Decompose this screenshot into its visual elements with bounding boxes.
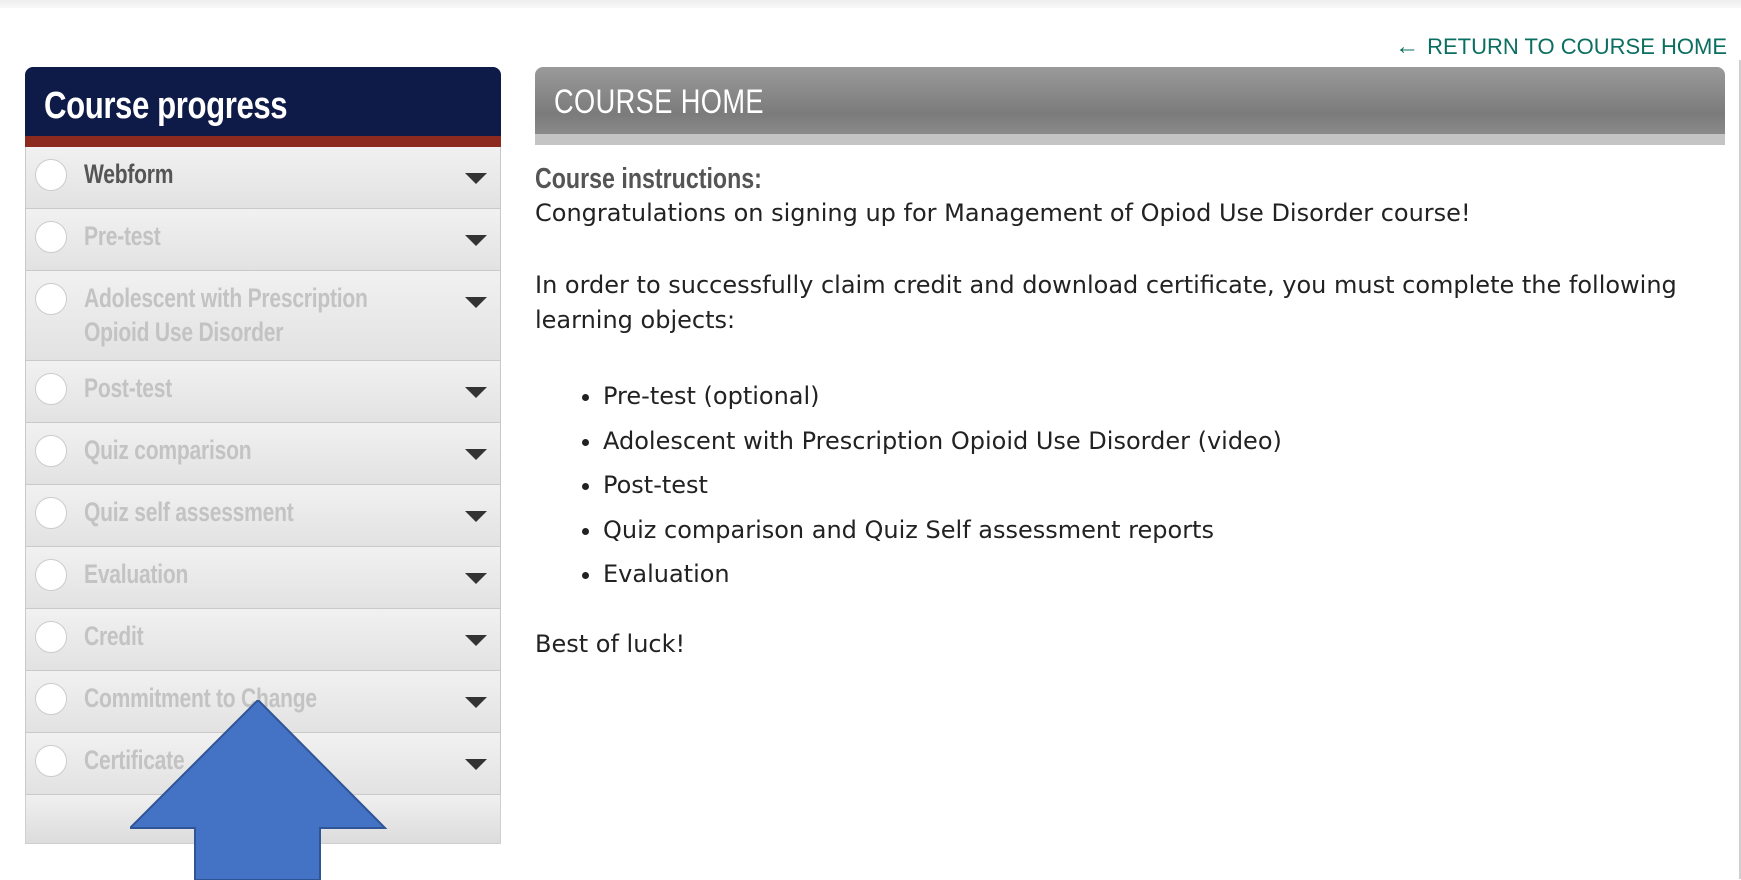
list-item: Adolescent with Prescription Opioid Use … <box>603 419 1725 464</box>
progress-item-label: Pre-test <box>84 221 161 251</box>
course-home-panel: COURSE HOME Course instructions: Congrat… <box>535 67 1725 662</box>
status-circle-icon <box>35 559 67 591</box>
caret-down-icon[interactable] <box>465 759 487 770</box>
list-item: Quiz comparison and Quiz Self assessment… <box>603 508 1725 553</box>
status-circle-icon <box>35 745 67 777</box>
list-item: Evaluation <box>603 552 1725 597</box>
progress-item-post-test[interactable]: Post-test <box>25 361 501 423</box>
top-bar <box>0 0 1741 8</box>
sidebar-title: Course progress <box>44 85 288 127</box>
progress-item-webform[interactable]: Webform <box>25 147 501 209</box>
instructions-heading: Course instructions: <box>535 163 762 195</box>
status-circle-icon <box>35 621 67 653</box>
requirement-text: In order to successfully claim credit an… <box>535 271 1677 334</box>
list-item: Pre-test (optional) <box>603 374 1725 419</box>
sidebar-header: Course progress <box>25 67 501 147</box>
progress-list: Webform Pre-test Adolescent with Prescri… <box>25 147 501 795</box>
progress-item-label: Quiz comparison <box>84 435 252 465</box>
list-item: Post-test <box>603 463 1725 508</box>
progress-item-label: Adolescent with Prescription Opioid Use … <box>84 283 368 347</box>
up-arrow-annotation-icon <box>130 700 388 880</box>
arrow-left-icon: ← <box>1395 33 1420 60</box>
caret-down-icon[interactable] <box>465 449 487 460</box>
status-circle-icon <box>35 159 67 191</box>
progress-item-label: Credit <box>84 621 144 651</box>
caret-down-icon[interactable] <box>465 173 487 184</box>
progress-item-label: Evaluation <box>84 559 189 589</box>
progress-item-evaluation[interactable]: Evaluation <box>25 547 501 609</box>
caret-down-icon[interactable] <box>465 235 487 246</box>
progress-item-quiz-comparison[interactable]: Quiz comparison <box>25 423 501 485</box>
page-title: COURSE HOME <box>554 83 764 121</box>
status-circle-icon <box>35 435 67 467</box>
objectives-list: Pre-test (optional) Adolescent with Pres… <box>535 374 1725 597</box>
closing-text: Best of luck! <box>535 629 686 658</box>
caret-down-icon[interactable] <box>465 635 487 646</box>
status-circle-icon <box>35 283 67 315</box>
caret-down-icon[interactable] <box>465 387 487 398</box>
caret-down-icon[interactable] <box>465 297 487 308</box>
progress-item-label: Quiz self assessment <box>84 497 294 527</box>
caret-down-icon[interactable] <box>465 511 487 522</box>
return-link-label: RETURN TO COURSE HOME <box>1427 34 1727 59</box>
status-circle-icon <box>35 373 67 405</box>
status-circle-icon <box>35 683 67 715</box>
progress-item-credit[interactable]: Credit <box>25 609 501 671</box>
progress-item-quiz-self-assessment[interactable]: Quiz self assessment <box>25 485 501 547</box>
main-header: COURSE HOME <box>535 67 1725 145</box>
status-circle-icon <box>35 221 67 253</box>
return-to-course-home-link[interactable]: ← RETURN TO COURSE HOME <box>1395 33 1727 61</box>
caret-down-icon[interactable] <box>465 697 487 708</box>
intro-text: Congratulations on signing up for Manage… <box>535 199 1471 227</box>
caret-down-icon[interactable] <box>465 573 487 584</box>
progress-item-adolescent-video[interactable]: Adolescent with Prescription Opioid Use … <box>25 271 501 361</box>
progress-item-label: Webform <box>84 159 174 189</box>
progress-item-pre-test[interactable]: Pre-test <box>25 209 501 271</box>
status-circle-icon <box>35 497 67 529</box>
progress-item-label: Post-test <box>84 373 173 403</box>
